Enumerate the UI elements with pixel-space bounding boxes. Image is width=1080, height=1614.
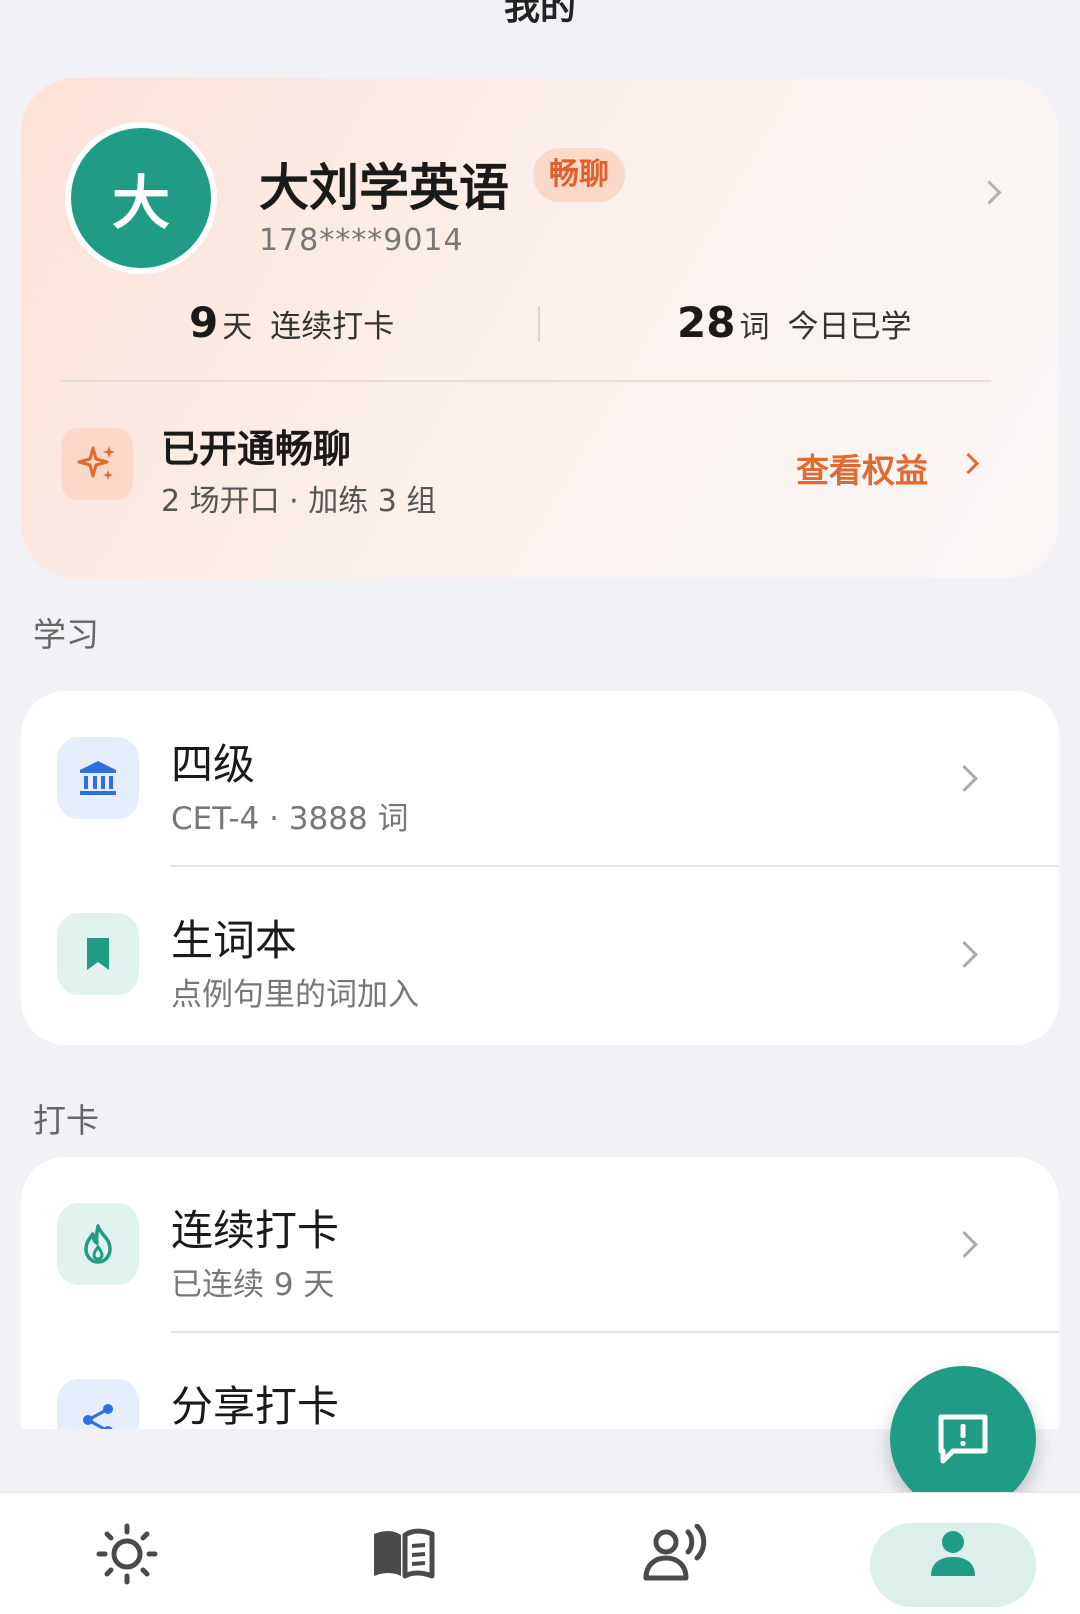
streak-label: 连续打卡: [270, 309, 395, 345]
profile-card[interactable]: 大 大刘学英语 畅聊 178****9014 9 天 连续打卡 28 词 今日已…: [21, 78, 1059, 578]
bookmark-icon: [57, 913, 139, 995]
item-subtitle: 点例句里的词加入: [171, 977, 419, 1013]
chevron-right-icon: [951, 765, 978, 792]
chevron-right-icon[interactable]: [957, 452, 980, 475]
streak-unit: 天: [222, 310, 253, 345]
streak-value: 9: [189, 298, 219, 347]
section-label-study: 学习: [33, 615, 99, 654]
person-icon: [931, 1530, 975, 1576]
item-title: 分享打卡: [171, 1382, 340, 1429]
bank-icon: [57, 737, 139, 819]
book-icon: [374, 1528, 435, 1578]
study-list: 四级 CET-4 · 3888 词 生词本 点例句里的词加入: [21, 691, 1059, 1045]
bottom-nav: [0, 1492, 1080, 1614]
learned-stat: 28 词 今日已学: [677, 298, 911, 347]
user-name: 大刘学英语: [259, 159, 509, 217]
list-item-cet4[interactable]: 四级 CET-4 · 3888 词: [21, 691, 1059, 867]
card-divider: [61, 380, 991, 382]
view-benefits-link[interactable]: 查看权益: [796, 444, 928, 492]
chevron-right-icon: [951, 941, 978, 968]
item-title: 连续打卡: [171, 1206, 340, 1255]
checkin-list: 连续打卡 已连续 9 天 分享打卡: [21, 1157, 1059, 1429]
nav-item-today[interactable]: [42, 1493, 212, 1614]
phone-number: 178****9014: [259, 223, 464, 258]
list-item-streak[interactable]: 连续打卡 已连续 9 天: [21, 1157, 1059, 1333]
flame-icon: [57, 1203, 139, 1285]
chevron-right-icon: [951, 1231, 978, 1258]
section-label-checkin: 打卡: [33, 1101, 99, 1140]
page-title: 我的: [503, 0, 576, 28]
item-subtitle: 已连续 9 天: [171, 1267, 335, 1303]
list-item-vocab-book[interactable]: 生词本 点例句里的词加入: [21, 867, 1059, 1043]
item-title: 四级: [171, 740, 256, 789]
share-icon: [57, 1379, 139, 1429]
stats-divider: [538, 306, 540, 342]
item-title: 生词本: [171, 916, 298, 965]
speaking-icon: [643, 1523, 707, 1580]
item-subtitle: CET-4 · 3888 词: [171, 801, 409, 837]
feedback-icon: [938, 1414, 988, 1464]
streak-stat: 9 天 连续打卡: [189, 298, 394, 347]
sun-icon: [96, 1523, 158, 1584]
stats-row: 9 天 连续打卡 28 词 今日已学: [21, 298, 1059, 388]
vip-title: 已开通畅聊: [161, 427, 352, 471]
learned-unit: 词: [739, 310, 770, 345]
learned-label: 今日已学: [787, 309, 912, 345]
top-bar: 我的: [0, 0, 1080, 60]
nav-item-profile[interactable]: [868, 1493, 1038, 1614]
learned-value: 28: [677, 298, 736, 347]
vip-badge: 畅聊: [533, 148, 625, 202]
nav-item-speaking[interactable]: [592, 1493, 762, 1614]
feedback-button[interactable]: [890, 1366, 1036, 1512]
vip-subtitle: 2 场开口 · 加练 3 组: [161, 484, 437, 519]
sparkle-icon: [61, 428, 133, 500]
nav-item-study[interactable]: [318, 1493, 488, 1614]
chevron-right-icon[interactable]: [977, 180, 1002, 205]
avatar[interactable]: 大: [65, 122, 217, 274]
